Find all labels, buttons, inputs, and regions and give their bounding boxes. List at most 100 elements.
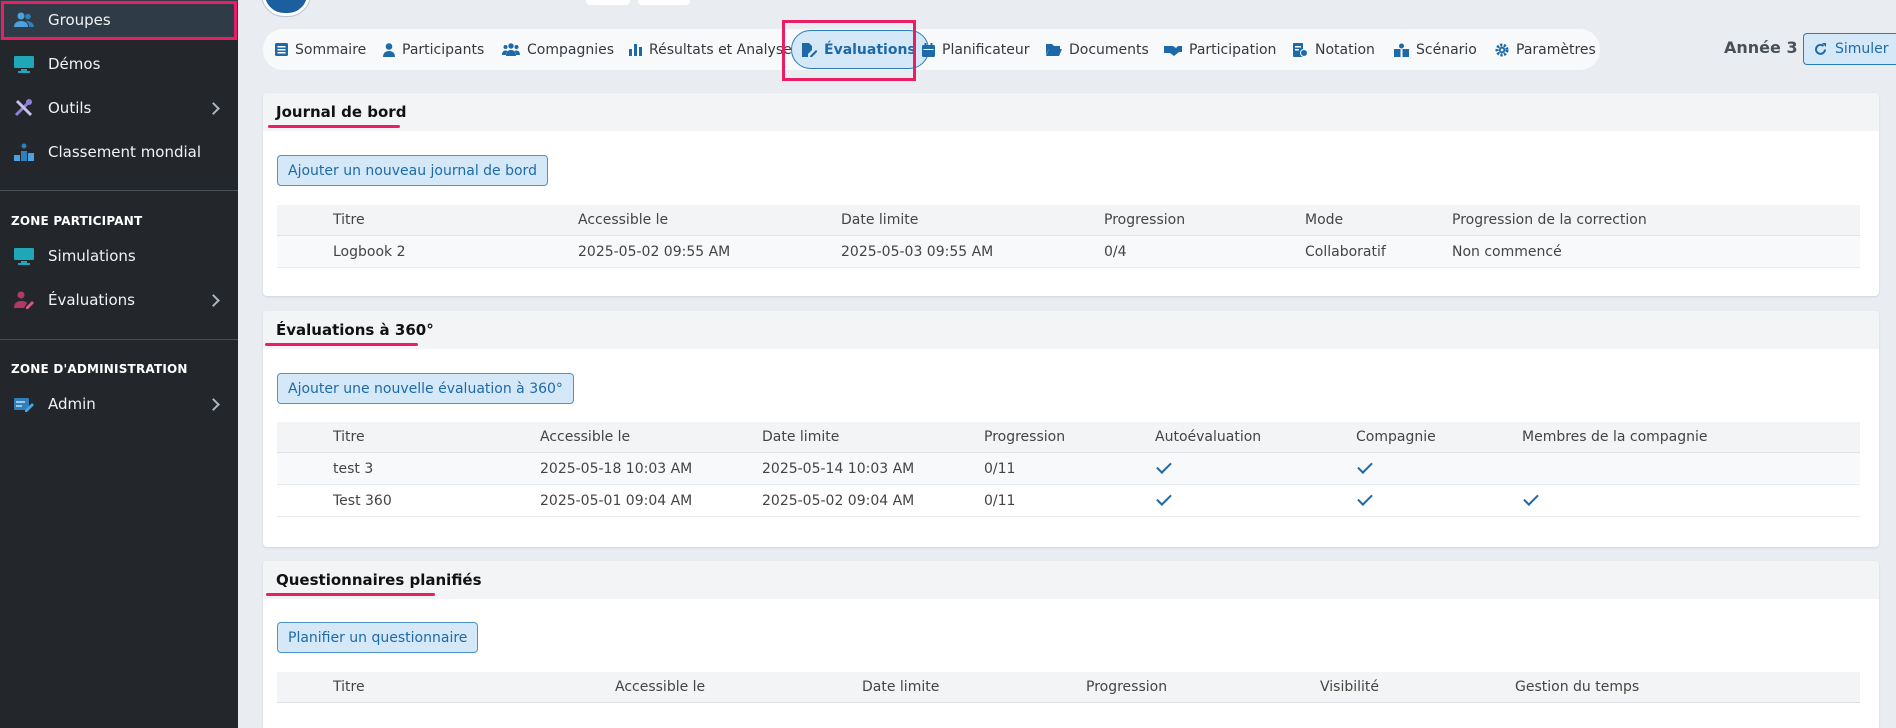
divider: [0, 339, 238, 340]
chevron-right-icon: [207, 101, 220, 115]
card-title: Journal de bord: [276, 103, 407, 121]
sidebar-item-label: Outils: [48, 99, 92, 117]
column-header: Membres de la compagnie: [1522, 429, 1708, 445]
column-header: Date limite: [862, 679, 940, 695]
tab-scenario[interactable]: Scénario: [1394, 29, 1477, 70]
column-header: Progression: [984, 429, 1066, 445]
sidebar-item-label: Admin: [48, 395, 96, 413]
table-row[interactable]: Logbook 2 2025-05-02 09:55 AM 2025-05-03…: [277, 236, 1860, 268]
users-icon: [502, 43, 520, 56]
check-icon: [1156, 453, 1172, 484]
monitor-icon: [14, 246, 34, 266]
column-header: Progression de la correction: [1452, 212, 1647, 228]
section-heading-admin: ZONE D'ADMINISTRATION: [11, 362, 188, 376]
add-360-button[interactable]: Ajouter une nouvelle évaluation à 360°: [277, 373, 574, 404]
column-header: Titre: [333, 679, 365, 695]
cell-progress: 0/11: [984, 460, 1016, 477]
section-heading-participant: ZONE PARTICIPANT: [11, 214, 143, 228]
card-header: Questionnaires planifiés: [263, 561, 1879, 599]
user-icon: [383, 42, 395, 57]
questionnaires-card: Questionnaires planifiés Planifier un qu…: [263, 561, 1879, 728]
cell-deadline: 2025-05-02 09:04 AM: [762, 492, 915, 509]
tab-documents[interactable]: Documents: [1046, 29, 1149, 70]
table-header: Titre Accessible le Date limite Progress…: [277, 672, 1860, 703]
chevron-right-icon: [207, 397, 220, 411]
tab-notation[interactable]: Notation: [1293, 29, 1375, 70]
column-header: Accessible le: [578, 212, 669, 228]
monitor-icon: [14, 54, 34, 74]
sidebar-item-classement[interactable]: Classement mondial: [0, 132, 238, 172]
add-logbook-button[interactable]: Ajouter un nouveau journal de bord: [277, 155, 548, 186]
questionnaires-table: Titre Accessible le Date limite Progress…: [277, 672, 1860, 704]
cell-title: Test 360: [333, 492, 392, 509]
table-row[interactable]: Test 360 2025-05-01 09:04 AM 2025-05-02 …: [277, 485, 1860, 517]
column-header: Compagnie: [1356, 429, 1436, 445]
column-header: Date limite: [841, 212, 919, 228]
list-icon: [275, 43, 288, 56]
sidebar-item-label: Simulations: [48, 247, 136, 265]
sidebar-item-label: Classement mondial: [48, 143, 202, 161]
logbook-table: Titre Accessible le Date limite Progress…: [277, 205, 1860, 269]
app-logo: [262, 0, 310, 16]
handshake-icon: [1164, 45, 1182, 56]
tab-participants[interactable]: Participants: [383, 29, 484, 70]
admin-edit-icon: [14, 394, 34, 414]
column-header: Mode: [1305, 212, 1344, 228]
column-header: Visibilité: [1320, 679, 1380, 695]
sidebar-item-evaluations[interactable]: Évaluations: [0, 280, 238, 320]
divider: [0, 190, 238, 191]
eval360-table: Titre Accessible le Date limite Progress…: [277, 422, 1860, 519]
sidebar-item-label: Groupes: [48, 11, 111, 29]
check-icon: [1357, 485, 1373, 516]
table-header: Titre Accessible le Date limite Progress…: [277, 205, 1860, 236]
simulate-button[interactable]: Simuler: [1803, 33, 1896, 65]
schedule-questionnaire-button[interactable]: Planifier un questionnaire: [277, 622, 479, 653]
sidebar-item-simulations[interactable]: Simulations: [0, 236, 238, 276]
podium-icon: [14, 142, 34, 162]
tab-sommaire[interactable]: Sommaire: [275, 29, 366, 70]
sidebar-item-outils[interactable]: Outils: [0, 88, 238, 128]
users-icon: [14, 10, 34, 30]
chevron-right-icon: [207, 293, 220, 307]
table-header: Titre Accessible le Date limite Progress…: [277, 422, 1860, 453]
column-header: Progression: [1086, 679, 1168, 695]
logbook-card: Journal de bord Ajouter un nouveau journ…: [263, 93, 1879, 296]
cell-progress: 0/4: [1104, 243, 1127, 260]
tab-bar: Sommaire Participants Compagnies Résulta…: [263, 29, 1600, 70]
tools-icon: [14, 98, 34, 118]
file-pen-icon: [802, 42, 817, 57]
table-row[interactable]: test 3 2025-05-18 10:03 AM 2025-05-14 10…: [277, 453, 1860, 485]
header-fragment: [586, 0, 630, 5]
eval360-card: Évaluations à 360° Ajouter une nouvelle …: [263, 311, 1879, 547]
card-header: Journal de bord: [263, 93, 1879, 131]
cell-access: 2025-05-18 10:03 AM: [540, 460, 693, 477]
check-icon: [1523, 485, 1539, 516]
card-title: Évaluations à 360°: [276, 321, 434, 339]
sidebar-item-groupes[interactable]: Groupes: [0, 0, 238, 40]
header-fragment: [638, 0, 690, 5]
column-header: Autoévaluation: [1155, 429, 1262, 445]
sidebar-item-label: Démos: [48, 55, 101, 73]
sidebar: Groupes Démos Outils Classement mondial …: [0, 0, 238, 728]
grading-icon: [1293, 42, 1308, 57]
tab-parametres[interactable]: Paramètres: [1495, 29, 1596, 70]
bar-chart-icon: [629, 44, 642, 56]
folder-icon: [1046, 44, 1062, 56]
annotation-underline: [265, 343, 418, 346]
cell-deadline: 2025-05-14 10:03 AM: [762, 460, 915, 477]
tab-compagnies[interactable]: Compagnies: [502, 29, 614, 70]
check-icon: [1156, 485, 1172, 516]
tab-planificateur[interactable]: Planificateur: [922, 29, 1030, 70]
cell-progress: 0/11: [984, 492, 1016, 509]
cell-access: 2025-05-02 09:55 AM: [578, 243, 731, 260]
scenario-icon: [1394, 43, 1409, 57]
sidebar-item-demos[interactable]: Démos: [0, 44, 238, 84]
tab-participation[interactable]: Participation: [1164, 29, 1276, 70]
sidebar-item-admin[interactable]: Admin: [0, 384, 238, 424]
tab-resultats[interactable]: Résultats et Analyse: [629, 29, 792, 70]
tab-evaluations[interactable]: Évaluations: [791, 30, 929, 69]
sidebar-item-label: Évaluations: [48, 291, 135, 309]
calendar-icon: [922, 42, 935, 57]
column-header: Accessible le: [615, 679, 706, 695]
annotation-underline: [266, 593, 435, 596]
